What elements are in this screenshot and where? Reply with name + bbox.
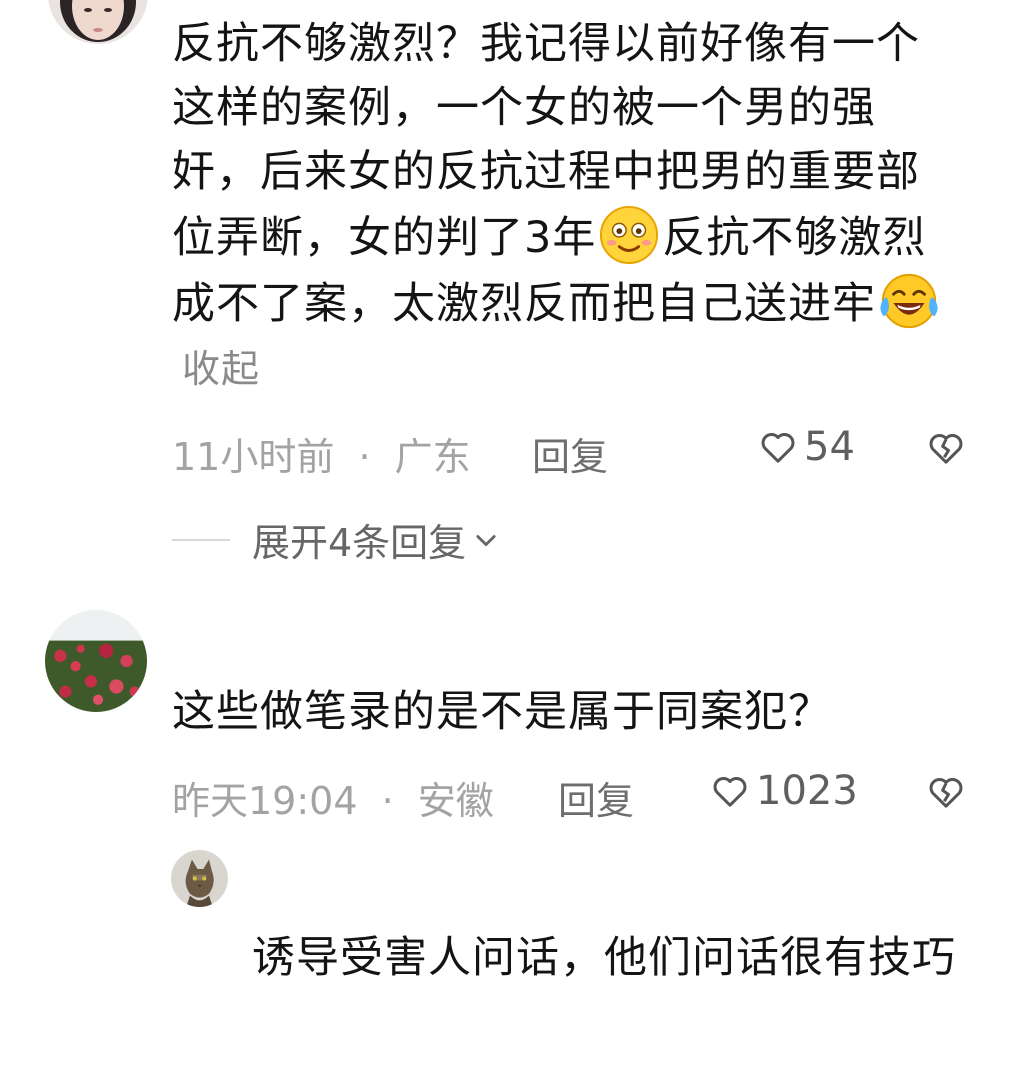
avatar-cat-photo-icon[interactable]: [171, 850, 228, 907]
reply-text: 诱导受害人问话，他们问话很有技巧: [252, 933, 956, 983]
divider-line: [172, 538, 230, 541]
avatar-roses-photo-icon[interactable]: [45, 610, 147, 712]
broken-heart-icon[interactable]: [926, 428, 966, 468]
comment-meta: 11小时前 · 广东: [172, 426, 471, 481]
laughing-crying-emoji-icon: [878, 270, 940, 332]
comment-time: 11小时前: [172, 435, 335, 479]
meta-separator: ·: [381, 779, 394, 823]
chevron-down-icon: [476, 534, 496, 546]
like-button[interactable]: 54: [758, 424, 855, 470]
comment-location: 广东: [394, 435, 471, 479]
comment-time: 昨天19:04: [172, 779, 358, 823]
comment-location: 安徽: [417, 779, 494, 823]
meta-separator: ·: [358, 435, 371, 479]
reply-button[interactable]: 回复: [558, 770, 634, 825]
avatar-girl-icon[interactable]: [48, 0, 148, 44]
comment-body: 反抗不够激烈？我记得以前好像有一个这样的案例，一个女的被一个男的强奸，后来女的反…: [172, 12, 962, 401]
reply-button[interactable]: 回复: [532, 426, 608, 481]
expand-replies-button[interactable]: 展开4条回复: [172, 512, 500, 567]
comment-meta: 昨天19:04 · 安徽: [172, 770, 494, 825]
comment-list: 反抗不够激烈？我记得以前好像有一个这样的案例，一个女的被一个男的强奸，后来女的反…: [0, 0, 1024, 1069]
broken-heart-icon[interactable]: [926, 772, 966, 812]
like-count: 54: [804, 424, 855, 470]
like-count: 1023: [756, 768, 858, 814]
expand-replies-label: 展开4条回复: [252, 521, 467, 565]
collapse-button[interactable]: 收起: [182, 347, 260, 391]
comment-text: 这些做笔录的是不是属于同案犯？: [172, 687, 832, 737]
heart-icon: [713, 776, 747, 807]
like-button[interactable]: 1023: [710, 768, 858, 814]
smiling-face-emoji-icon: [598, 204, 660, 266]
heart-icon: [761, 432, 795, 463]
